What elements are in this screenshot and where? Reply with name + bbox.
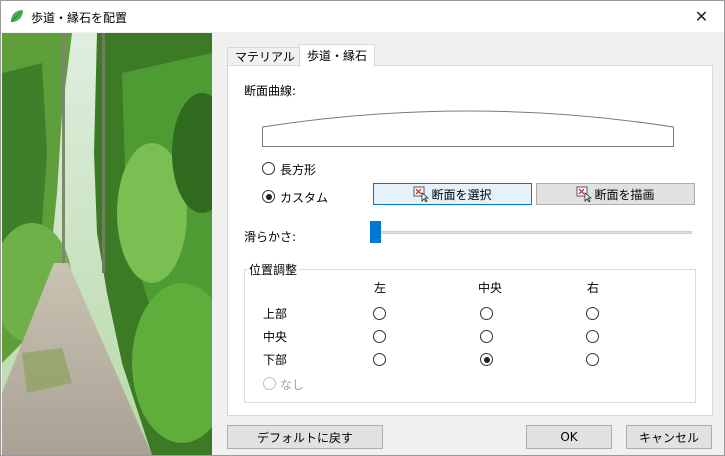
window-title: 歩道・縁石を配置 [31, 11, 128, 25]
none-label: なし [280, 378, 305, 392]
position-radio-middle-right[interactable] [586, 330, 599, 343]
draw-profile-button[interactable]: 断面を描画 [536, 183, 695, 205]
cancel-button[interactable]: キャンセル [626, 425, 712, 449]
smoothness-label: 滑らかさ: [244, 230, 297, 244]
reset-default-button[interactable]: デフォルトに戻す [227, 425, 383, 449]
draw-profile-label: 断面を描画 [594, 187, 655, 202]
position-radio-top-center[interactable] [480, 307, 493, 320]
tab-material[interactable]: マテリアル [227, 47, 303, 67]
select-cursor-icon [413, 186, 430, 202]
custom-label: カスタム [280, 191, 329, 205]
select-profile-label: 断面を選択 [431, 187, 492, 202]
select-profile-button[interactable]: 断面を選択 [373, 183, 532, 205]
position-radio-bottom-center[interactable] [480, 353, 493, 366]
custom-radio[interactable] [262, 190, 275, 203]
smoothness-slider-thumb[interactable] [370, 221, 381, 243]
position-radio-top-left[interactable] [373, 307, 386, 320]
tab-panel: 断面曲線: 長方形 カスタム 断面を選択 断面を描画 滑らかさ: 位置調整 左 … [227, 65, 713, 416]
row-top: 上部 [263, 307, 288, 321]
cancel-label: キャンセル [638, 430, 699, 445]
row-middle: 中央 [263, 330, 288, 344]
position-group-title: 位置調整 [247, 261, 300, 278]
column-left: 左 [374, 281, 387, 295]
close-icon: ✕ [694, 7, 709, 26]
rectangle-label: 長方形 [280, 163, 317, 177]
row-bottom: 下部 [263, 353, 288, 367]
position-radio-top-right[interactable] [586, 307, 599, 320]
column-right: 右 [587, 281, 600, 295]
column-center: 中央 [478, 281, 503, 295]
position-radio-middle-left[interactable] [373, 330, 386, 343]
preview-image [2, 33, 212, 455]
smoothness-slider-track[interactable] [370, 231, 692, 234]
position-group [244, 269, 696, 403]
none-radio [263, 377, 276, 390]
position-radio-middle-center[interactable] [480, 330, 493, 343]
tab-sidewalk-curb[interactable]: 歩道・縁石 [299, 44, 376, 67]
draw-cursor-icon [576, 186, 593, 202]
ok-label: OK [560, 430, 578, 444]
reset-default-label: デフォルトに戻す [256, 430, 353, 445]
rectangle-radio[interactable] [262, 162, 275, 175]
close-button[interactable]: ✕ [679, 1, 724, 32]
ok-button[interactable]: OK [526, 425, 612, 449]
position-radio-bottom-right[interactable] [586, 353, 599, 366]
leaf-app-icon [10, 10, 23, 23]
curve-label: 断面曲線: [244, 84, 297, 98]
curve-preview [262, 110, 674, 147]
dialog-window: 歩道・縁石を配置 ✕ マテリアル 歩道・縁石 断面曲線: 長方形 カスタム 断面… [0, 0, 725, 456]
title-bar: 歩道・縁石を配置 ✕ [1, 1, 724, 32]
position-radio-bottom-left[interactable] [373, 353, 386, 366]
